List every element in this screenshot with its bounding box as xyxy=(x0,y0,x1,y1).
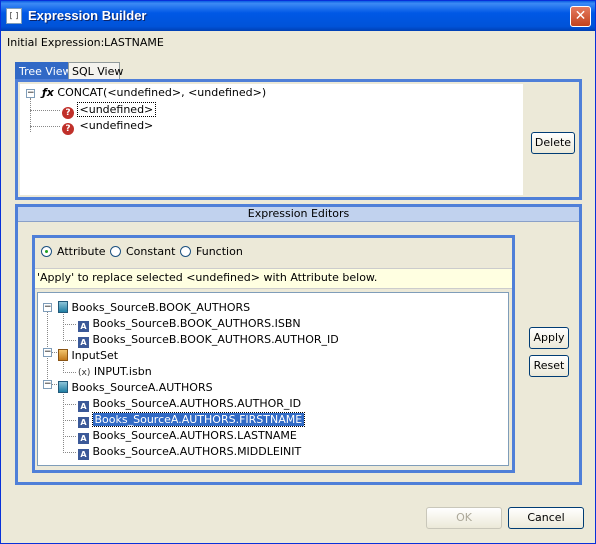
attribute-icon: A xyxy=(78,417,89,428)
tree-node-label: Books_SourceB.BOOK_AUTHORS.AUTHOR_ID xyxy=(92,333,339,346)
concat-label: CONCAT(<undefined>, <undefined>) xyxy=(57,86,267,99)
radio-constant[interactable] xyxy=(110,246,121,257)
tree-node-undefined-1[interactable]: ? <undefined> xyxy=(62,102,157,119)
tree-node-attribute[interactable]: A Books_SourceA.AUTHORS.AUTHOR_ID xyxy=(78,396,301,412)
tree-node-label: Books_SourceA.AUTHORS.LASTNAME xyxy=(92,429,297,442)
apply-hint: 'Apply' to replace selected <undefined> … xyxy=(35,268,512,289)
tab-sql-view[interactable]: SQL View xyxy=(68,62,123,79)
app-icon: [ ] xyxy=(6,8,22,24)
attribute-icon: A xyxy=(78,401,89,412)
collapse-icon[interactable]: − xyxy=(26,89,35,98)
undefined-icon: ? xyxy=(62,123,74,135)
tree-node-group[interactable]: Books_SourceA.AUTHORS xyxy=(58,380,213,396)
table-icon xyxy=(58,301,68,313)
reset-button[interactable]: Reset xyxy=(529,355,569,377)
tree-node-label: Books_SourceA.AUTHORS xyxy=(71,381,213,394)
tree-node-label: Books_SourceB.BOOK_AUTHORS.ISBN xyxy=(92,317,301,330)
tree-node-label: INPUT.isbn xyxy=(93,365,152,378)
tree-node-label: Books_SourceA.AUTHORS.MIDDLEINIT xyxy=(92,445,302,458)
radio-function-label[interactable]: Function xyxy=(196,245,243,258)
tree-node-undefined-2[interactable]: ? <undefined> xyxy=(62,118,155,135)
attribute-icon: A xyxy=(78,337,89,348)
expression-tree[interactable]: − ƒx CONCAT(<undefined>, <undefined>) ? … xyxy=(20,84,523,195)
tree-node-label: Books_SourceA.AUTHORS.FIRSTNAME xyxy=(91,412,306,427)
expression-editors-header: Expression Editors xyxy=(18,207,579,222)
initial-expression-label: Initial Expression: xyxy=(7,36,105,49)
expression-editors-panel: Expression Editors Attribute Constant Fu… xyxy=(15,204,582,485)
attribute-editor: Attribute Constant Function 'Apply' to r… xyxy=(32,235,515,473)
attribute-icon: A xyxy=(78,321,89,332)
input-set-icon xyxy=(58,349,68,361)
radio-constant-label[interactable]: Constant xyxy=(126,245,175,258)
undefined-label: <undefined> xyxy=(79,119,154,132)
attribute-tree[interactable]: − − − Books_SourceB.BOOK_AUTHORS A Books… xyxy=(37,292,509,466)
tree-node-group[interactable]: Books_SourceB.BOOK_AUTHORS xyxy=(58,300,250,316)
radio-function[interactable] xyxy=(180,246,191,257)
radio-attribute-label[interactable]: Attribute xyxy=(57,245,106,258)
window-title: Expression Builder xyxy=(28,8,147,23)
tree-node-group[interactable]: InputSet xyxy=(58,348,118,364)
tree-node-label: InputSet xyxy=(71,349,119,362)
undefined-label: <undefined> xyxy=(76,102,157,117)
delete-button[interactable]: Delete xyxy=(531,132,575,154)
cancel-button[interactable]: Cancel xyxy=(508,507,584,529)
attribute-icon: A xyxy=(78,449,89,460)
ok-button[interactable]: OK xyxy=(426,507,502,529)
apply-button[interactable]: Apply xyxy=(529,327,569,349)
collapse-icon[interactable]: − xyxy=(43,303,52,312)
tree-view-panel: − ƒx CONCAT(<undefined>, <undefined>) ? … xyxy=(15,79,582,200)
collapse-icon[interactable]: − xyxy=(43,380,52,389)
tree-node-attribute[interactable]: A Books_SourceB.BOOK_AUTHORS.ISBN xyxy=(78,316,301,332)
expression-builder-window: [ ] Expression Builder ✕ Initial Express… xyxy=(0,0,596,544)
collapse-icon[interactable]: − xyxy=(43,348,52,357)
radio-attribute[interactable] xyxy=(41,246,52,257)
tree-node-attribute[interactable]: A Books_SourceA.AUTHORS.MIDDLEINIT xyxy=(78,444,301,460)
close-button[interactable]: ✕ xyxy=(570,6,591,27)
table-icon xyxy=(58,381,68,393)
tab-tree-view[interactable]: Tree View xyxy=(15,62,72,79)
initial-expression-value: LASTNAME xyxy=(104,36,164,49)
title-bar[interactable]: [ ] Expression Builder ✕ xyxy=(1,1,595,31)
tree-node-label: Books_SourceA.AUTHORS.AUTHOR_ID xyxy=(92,397,302,410)
tree-node-attribute[interactable]: A Books_SourceB.BOOK_AUTHORS.AUTHOR_ID xyxy=(78,332,339,348)
tree-node-label: Books_SourceB.BOOK_AUTHORS xyxy=(71,301,251,314)
variable-icon: (x) xyxy=(78,368,91,378)
function-icon: ƒx xyxy=(42,86,54,99)
tree-node-variable[interactable]: (x) INPUT.isbn xyxy=(78,364,152,380)
attribute-icon: A xyxy=(78,433,89,444)
tree-node-concat[interactable]: ƒx CONCAT(<undefined>, <undefined>) xyxy=(42,85,266,101)
tree-node-attribute[interactable]: A Books_SourceA.AUTHORS.LASTNAME xyxy=(78,428,297,444)
tree-node-attribute-selected[interactable]: A Books_SourceA.AUTHORS.FIRSTNAME xyxy=(78,412,306,428)
